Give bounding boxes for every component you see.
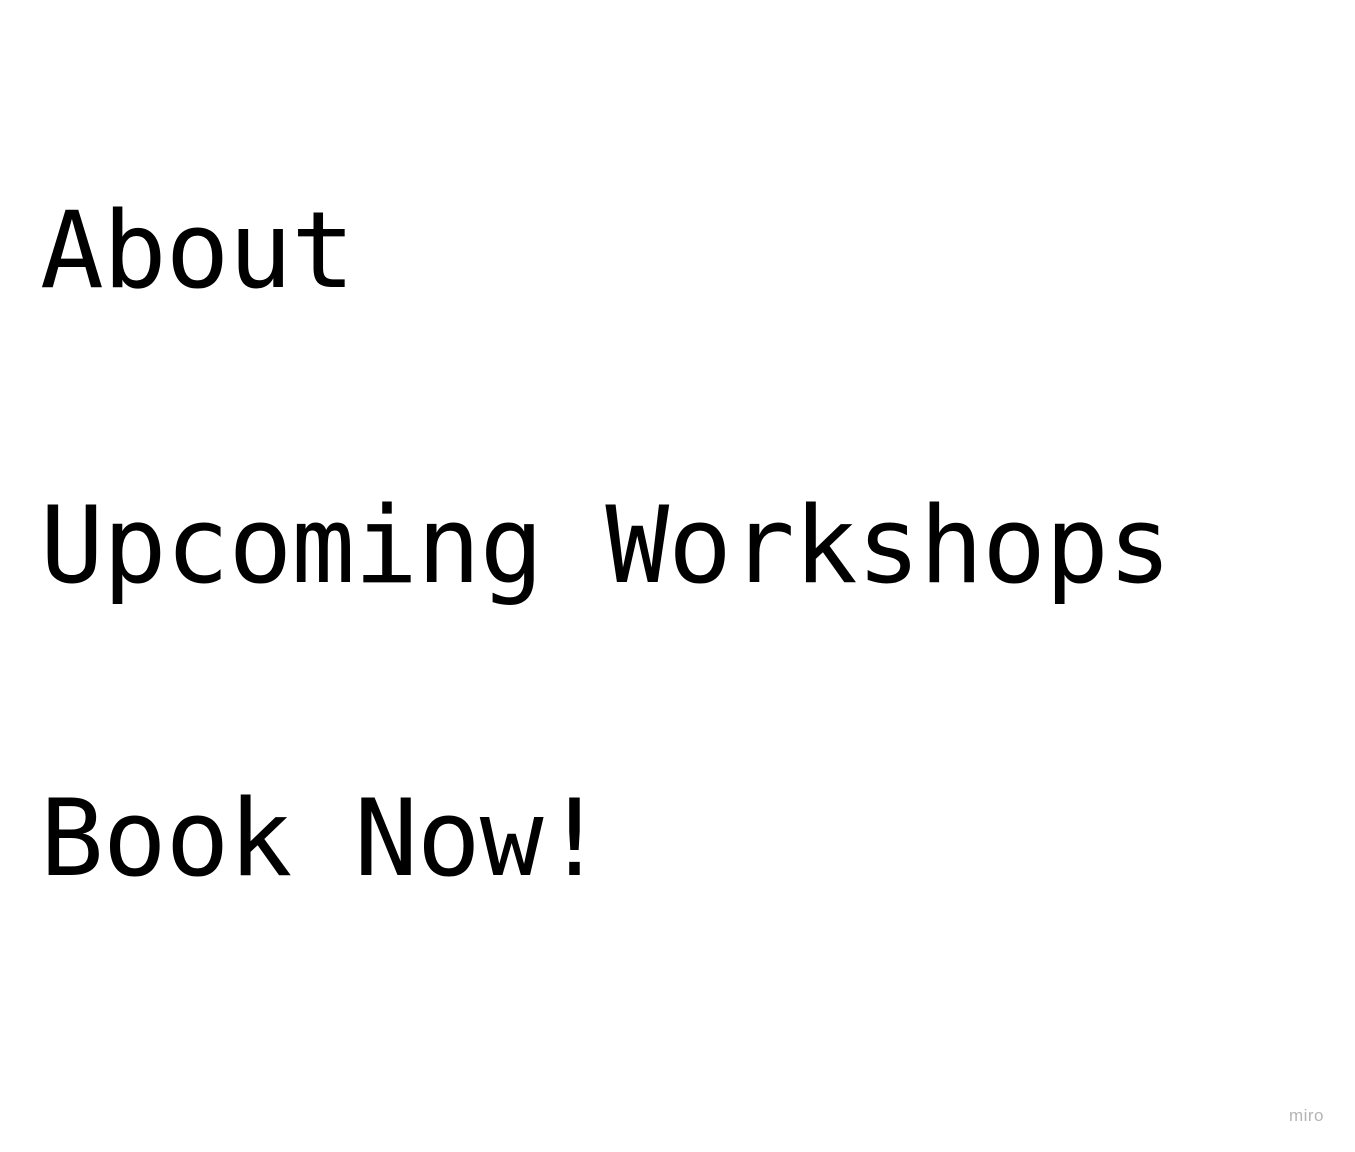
menu-item-upcoming-workshops[interactable]: Upcoming Workshops bbox=[40, 493, 1172, 599]
miro-watermark: miro bbox=[1288, 1106, 1324, 1125]
menu-item-about[interactable]: About bbox=[40, 198, 355, 304]
menu-item-book-now[interactable]: Book Now! bbox=[40, 786, 606, 892]
